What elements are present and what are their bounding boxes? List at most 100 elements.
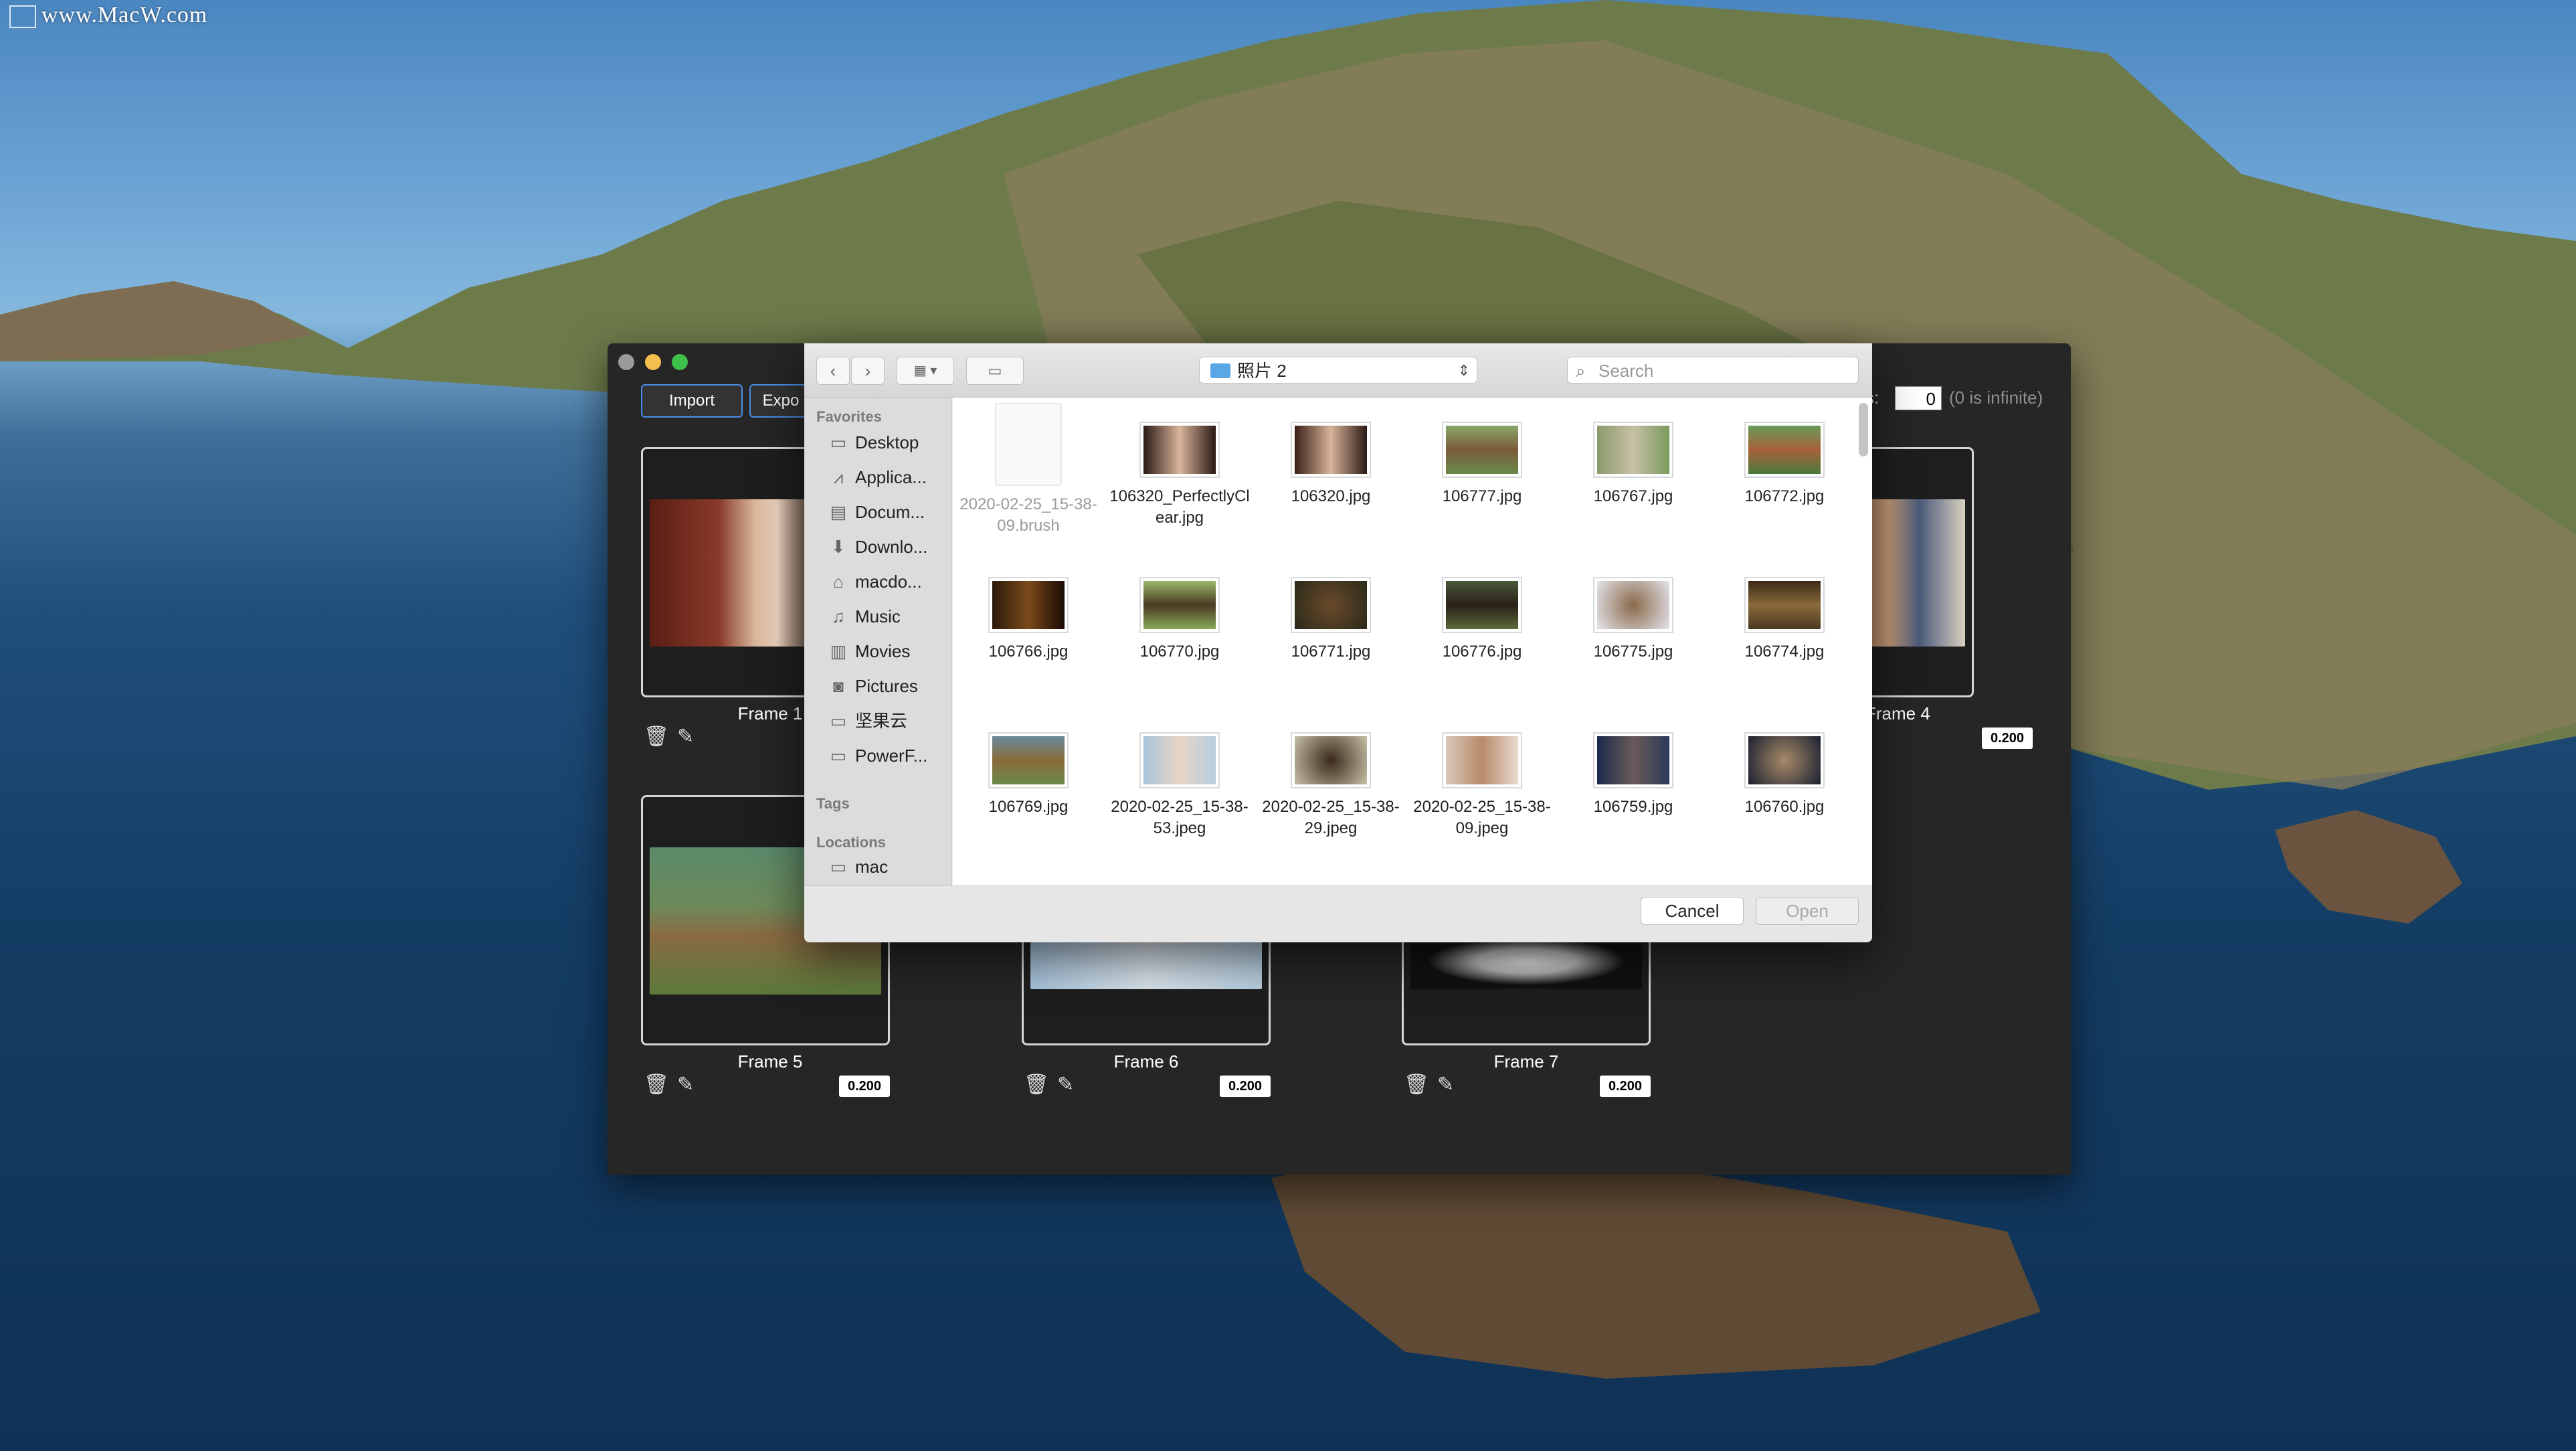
duration-badge[interactable]: 0.200 <box>1220 1076 1271 1097</box>
sidebar-item-label: Applica... <box>855 467 927 487</box>
image-thumbnail <box>1291 732 1371 788</box>
file-item[interactable]: 106770.jpg <box>1104 577 1255 663</box>
import-button[interactable]: Import <box>641 384 743 418</box>
file-item[interactable]: 2020-02-25_15-38-09.brush <box>953 403 1104 537</box>
sidebar-item-powerf[interactable]: ▭ PowerF... <box>827 740 928 771</box>
dialog-toolbar: ‹ › ▦ ▾ ▭ 照片 2 ⇕ ⌕ Search <box>804 343 1872 398</box>
file-name: 106320.jpg <box>1291 487 1371 505</box>
document-icon: ▤ <box>830 502 847 522</box>
image-thumbnail <box>1139 577 1220 633</box>
watermark-text: www.MacW.com <box>41 3 208 27</box>
file-item[interactable]: 106772.jpg <box>1709 422 1860 507</box>
file-item[interactable]: 106771.jpg <box>1255 577 1406 663</box>
sidebar-item-label: Docum... <box>855 502 925 522</box>
home-icon: ⌂ <box>833 572 844 592</box>
sidebar-item-label: PowerF... <box>855 746 928 766</box>
open-file-dialog: ‹ › ▦ ▾ ▭ 照片 2 ⇕ ⌕ Search Favorites ▭ Des… <box>804 343 1872 942</box>
file-name: 2020-02-25_15-38-53.jpeg <box>1111 798 1249 837</box>
folder-icon: ▭ <box>830 711 847 731</box>
cancel-button[interactable]: Cancel <box>1641 897 1744 925</box>
frame-thumbnail <box>1410 942 1642 989</box>
applications-icon: ⩘ <box>833 467 844 487</box>
image-thumbnail <box>1744 422 1825 478</box>
file-item[interactable]: 106320_PerfectlyClear.jpg <box>1104 422 1255 529</box>
file-name: 106776.jpg <box>1442 643 1522 661</box>
image-thumbnail <box>1139 732 1220 788</box>
file-name: 106320_PerfectlyClear.jpg <box>1109 487 1250 527</box>
image-thumbnail <box>988 732 1069 788</box>
duration-badge[interactable]: 0.200 <box>1982 728 2033 749</box>
file-item[interactable]: 106774.jpg <box>1709 577 1860 663</box>
file-item[interactable]: 106760.jpg <box>1709 732 1860 818</box>
forward-button[interactable]: › <box>851 357 885 385</box>
music-icon: ♫ <box>832 606 845 626</box>
file-name: 106770.jpg <box>1139 643 1220 661</box>
file-item[interactable]: 106766.jpg <box>953 577 1104 663</box>
scrollbar[interactable] <box>1859 403 1868 456</box>
file-name: 106774.jpg <box>1744 643 1825 661</box>
file-item[interactable]: 106759.jpg <box>1558 732 1709 818</box>
sidebar-item-music[interactable]: ♫ Music <box>827 601 901 632</box>
export-button[interactable]: Expo <box>749 384 812 418</box>
file-item[interactable]: 2020-02-25_15-38-09.jpeg <box>1406 732 1558 839</box>
edit-icon[interactable]: ✎ <box>677 1073 694 1096</box>
close-window-button[interactable] <box>618 354 634 370</box>
sidebar-item-desktop[interactable]: ▭ Desktop <box>827 427 919 458</box>
file-name: 106775.jpg <box>1593 643 1673 661</box>
download-icon: ⬇ <box>831 537 846 557</box>
frame-label: Frame 4 <box>1865 703 1930 723</box>
file-item[interactable]: 106776.jpg <box>1406 577 1558 663</box>
sidebar-item-downloads[interactable]: ⬇ Downlo... <box>827 531 927 562</box>
sidebar-item-jianguoyun[interactable]: ▭ 坚果云 <box>827 705 907 736</box>
view-options-button[interactable]: ▦ ▾ <box>897 357 954 385</box>
minimize-window-button[interactable] <box>645 354 661 370</box>
document-icon <box>995 403 1062 486</box>
trash-icon[interactable]: 🗑 <box>1024 1073 1049 1096</box>
location-popup[interactable]: 照片 2 ⇕ <box>1199 357 1477 383</box>
image-thumbnail <box>1744 732 1825 788</box>
duration-badge[interactable]: 0.200 <box>1600 1076 1651 1097</box>
sidebar-item-label: Downlo... <box>855 537 928 557</box>
sidebar-item-documents[interactable]: ▤ Docum... <box>827 497 925 527</box>
frame-card-6[interactable] <box>1022 942 1271 1045</box>
trash-icon[interactable]: 🗑 <box>1404 1073 1429 1096</box>
file-item[interactable]: 2020-02-25_15-38-29.jpeg <box>1255 732 1406 839</box>
file-name: 106769.jpg <box>988 798 1069 816</box>
file-name: 106767.jpg <box>1593 487 1673 505</box>
sidebar-item-home[interactable]: ⌂ macdo... <box>827 566 922 597</box>
edit-icon[interactable]: ✎ <box>1057 1073 1074 1096</box>
image-thumbnail <box>1291 422 1371 478</box>
file-item[interactable]: 2020-02-25_15-38-53.jpeg <box>1104 732 1255 839</box>
trash-icon[interactable]: 🗑 <box>644 725 669 748</box>
new-folder-button[interactable]: ▭ <box>966 357 1024 385</box>
file-item[interactable]: 106777.jpg <box>1406 422 1558 507</box>
sidebar-item-label: macdo... <box>855 572 922 592</box>
sidebar-item-mac[interactable]: ▭ mac <box>827 851 888 882</box>
chevron-updown-icon: ⇕ <box>1457 362 1470 379</box>
search-field[interactable]: ⌕ Search <box>1567 357 1859 383</box>
frame-thumbnail <box>1030 942 1262 989</box>
file-name: 106759.jpg <box>1593 798 1673 816</box>
frame-label: Frame 5 <box>737 1051 803 1072</box>
sidebar-item-applications[interactable]: ⩘ Applica... <box>827 462 927 493</box>
file-item[interactable]: 106775.jpg <box>1558 577 1709 663</box>
sidebar-item-movies[interactable]: ▥ Movies <box>827 636 911 667</box>
file-item[interactable]: 106320.jpg <box>1255 422 1406 507</box>
frame-card-7[interactable] <box>1402 942 1651 1045</box>
file-item[interactable]: 106769.jpg <box>953 732 1104 818</box>
loops-input[interactable]: 0 <box>1895 386 1942 410</box>
sidebar-item-pictures[interactable]: ◙ Pictures <box>827 671 918 701</box>
watermark-icon <box>9 5 36 29</box>
file-name: 106777.jpg <box>1442 487 1522 505</box>
sidebar-item-label: mac <box>855 857 889 877</box>
open-button[interactable]: Open <box>1756 897 1859 925</box>
back-button[interactable]: ‹ <box>816 357 850 385</box>
trash-icon[interactable]: 🗑 <box>644 1073 669 1096</box>
image-thumbnail <box>1442 422 1522 478</box>
edit-icon[interactable]: ✎ <box>1437 1073 1454 1096</box>
zoom-window-button[interactable] <box>672 354 688 370</box>
duration-badge[interactable]: 0.200 <box>839 1076 890 1097</box>
edit-icon[interactable]: ✎ <box>677 725 694 748</box>
watermark: www.MacW.com <box>9 3 208 29</box>
file-item[interactable]: 106767.jpg <box>1558 422 1709 507</box>
